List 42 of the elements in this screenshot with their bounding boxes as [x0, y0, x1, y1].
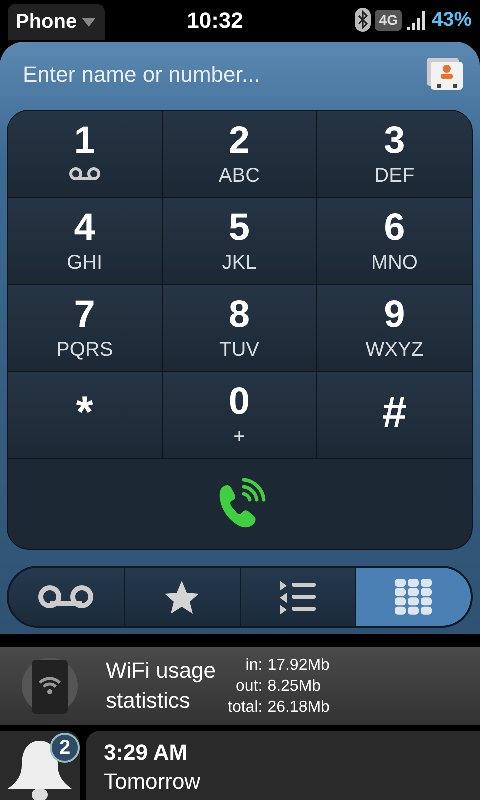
dial-key[interactable]: 8 TUV [162, 285, 318, 372]
voicemail-icon [38, 585, 94, 609]
dial-key[interactable]: 1 [8, 111, 163, 198]
stat-value: 8.25Mb [268, 676, 322, 696]
dial-key[interactable]: 9 WXYZ [317, 285, 472, 372]
battery-level: 43% [432, 8, 472, 33]
voicemail-icon [68, 167, 101, 181]
tab[interactable] [355, 568, 471, 626]
dial-key[interactable]: # [317, 372, 472, 459]
search-field[interactable]: Enter name or number... [23, 58, 425, 90]
app-menu[interactable]: Phone [8, 4, 106, 40]
notification-count: 2 [50, 733, 80, 763]
dial-key[interactable]: 0 + [162, 372, 318, 459]
alarm-time: 3:29 AM [104, 739, 188, 767]
alarm-card[interactable]: 3:29 AM Tomorrow [86, 731, 480, 800]
caret-icon [81, 16, 98, 28]
network-badge: 4G [375, 10, 402, 30]
dial-key[interactable]: 5 JKL [162, 198, 318, 285]
stat-label: total: [228, 698, 263, 718]
tab[interactable] [9, 568, 124, 626]
notification-title: WiFi usage statistics [106, 657, 218, 715]
tab[interactable] [240, 568, 356, 626]
alarm-day: Tomorrow [104, 767, 201, 797]
stat-value: 17.92Mb [268, 656, 330, 676]
dialpad-icon [394, 579, 433, 615]
dial-key[interactable]: 7 PQRS [8, 285, 163, 372]
stat-value: 26.18Mb [268, 698, 330, 718]
wifi-icon [20, 656, 80, 716]
stat-label: in: [244, 656, 263, 676]
bluetooth-icon [355, 8, 372, 32]
dial-key[interactable]: 6 MNO [317, 198, 472, 285]
contact-card-icon[interactable] [425, 56, 465, 92]
dial-key[interactable]: * [8, 372, 163, 459]
star-icon [164, 580, 200, 614]
dial-key[interactable]: 3 DEF [317, 111, 472, 198]
stat-label: out: [235, 676, 263, 696]
signal-icon [406, 9, 428, 31]
tab[interactable] [124, 568, 240, 626]
clock: 10:32 [187, 6, 244, 34]
dial-key[interactable]: 4 GHI [8, 198, 163, 285]
list-icon [278, 579, 318, 615]
dial-key[interactable]: 2 ABC [162, 111, 318, 198]
